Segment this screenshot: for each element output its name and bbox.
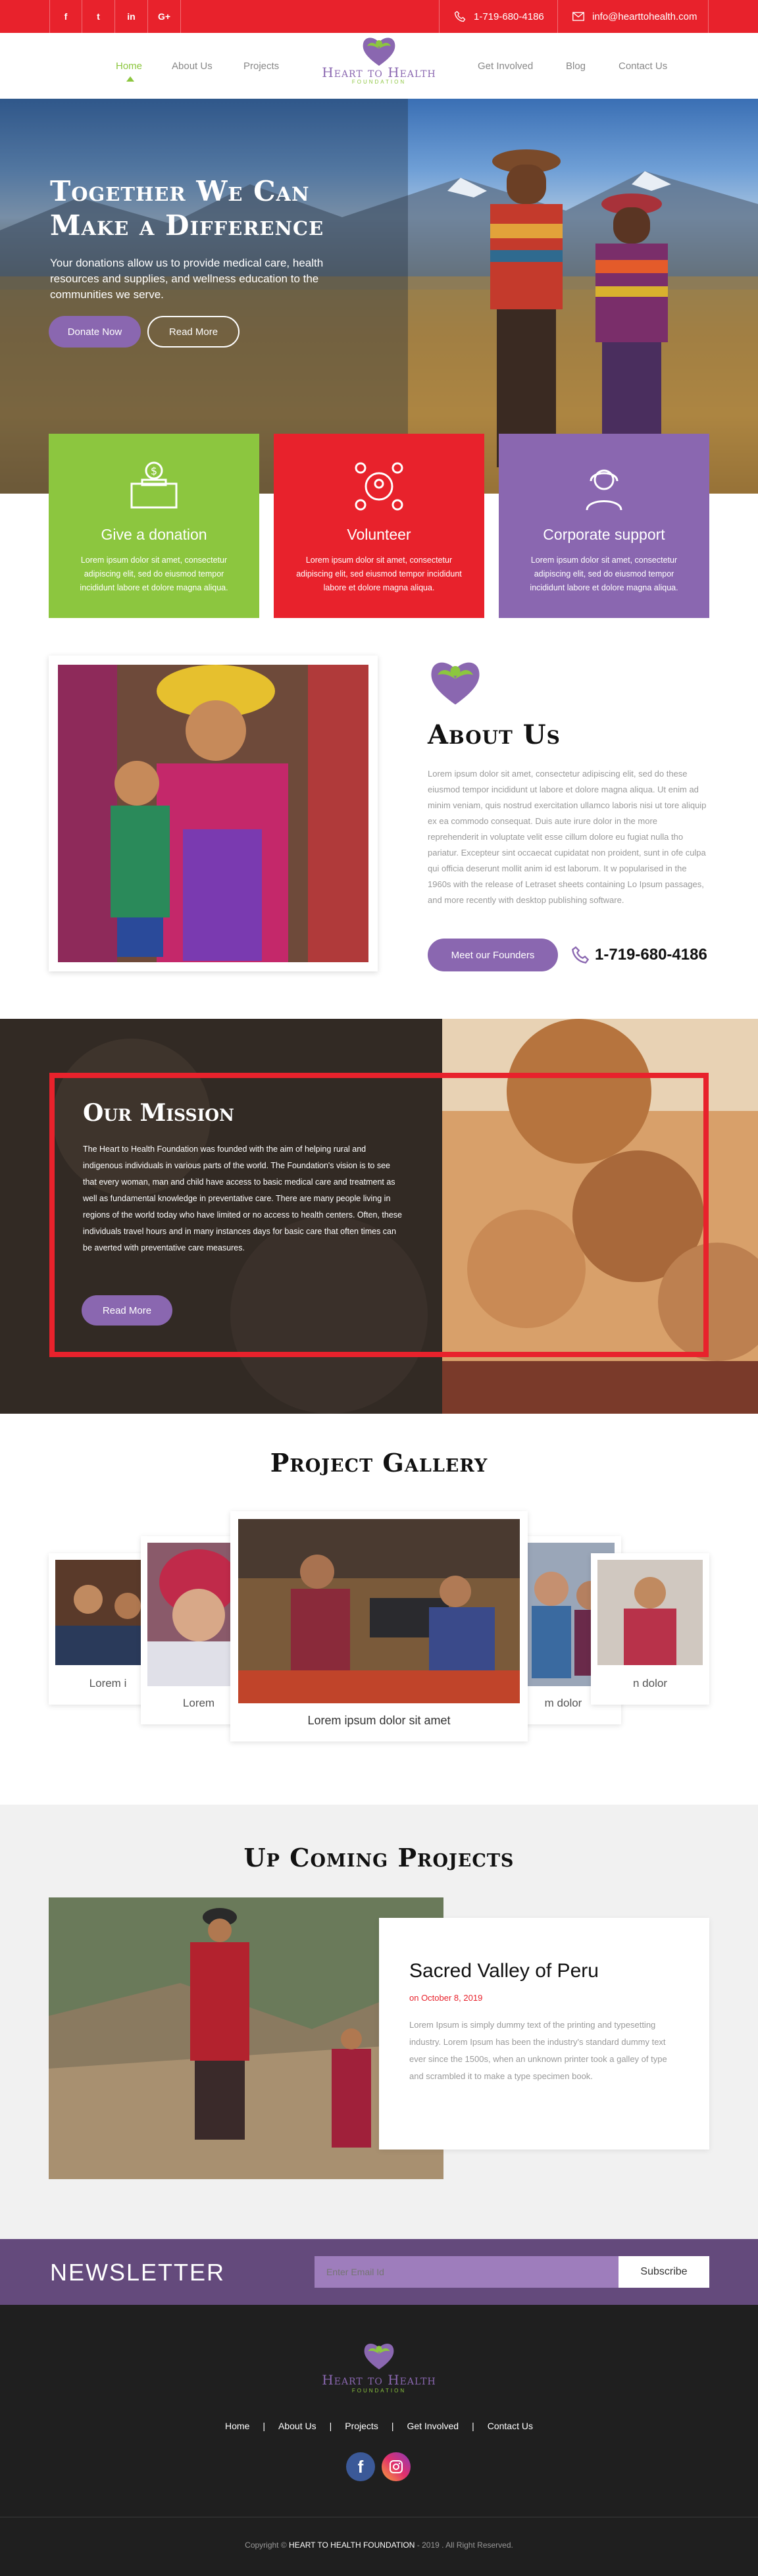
card-volunteer-text: Lorem ipsum dolor sit amet, consectetur …: [296, 555, 462, 592]
donation-box-icon: $: [130, 461, 178, 509]
facebook-icon[interactable]: f: [346, 2452, 375, 2481]
newsletter-title: NEWSLETTER: [50, 2259, 226, 2286]
site-logo[interactable]: Heart to Health FOUNDATION: [307, 18, 451, 85]
about-phone[interactable]: 1-719-680-4186: [571, 946, 707, 964]
footer-link-contact[interactable]: Contact Us: [488, 2421, 533, 2431]
nav-item-get-involved[interactable]: Get Involved: [478, 61, 533, 72]
facebook-icon[interactable]: f: [49, 0, 82, 33]
hero-read-more-button[interactable]: Read More: [147, 316, 240, 348]
gallery-photo-5: [597, 1560, 703, 1665]
separator: |: [263, 2421, 266, 2431]
about-image-frame: [49, 656, 378, 971]
card-corporate[interactable]: Corporate support Lorem ipsum dolor sit …: [499, 434, 709, 618]
project-date: on October 8, 2019: [409, 1993, 483, 2003]
hero-title-line2: Make a Difference: [50, 209, 324, 242]
heart-logo-icon: [363, 38, 395, 66]
footer: Heart to Health FOUNDATION Home | About U…: [0, 2305, 758, 2576]
footer-link-home[interactable]: Home: [225, 2421, 249, 2431]
donate-now-button[interactable]: Donate Now: [49, 316, 141, 348]
mission-section: Our Mission The Heart to Health Foundati…: [0, 1019, 758, 1414]
instagram-icon[interactable]: [382, 2452, 411, 2481]
linkedin-icon[interactable]: in: [115, 0, 148, 33]
about-photo: [58, 665, 368, 962]
card-corporate-text: Lorem ipsum dolor sit amet, consectetur …: [530, 555, 678, 592]
gallery-item-3[interactable]: Lorem ipsum dolor sit amet: [230, 1511, 528, 1741]
gallery-title: Project Gallery: [270, 1448, 488, 1478]
upcoming-card[interactable]: Sacred Valley of Peru on October 8, 2019…: [379, 1918, 709, 2150]
subscribe-button[interactable]: Subscribe: [619, 2256, 709, 2288]
instagram-glyph-icon: [390, 2460, 403, 2473]
frame-left-edge: [49, 1265, 55, 1357]
project-text: Lorem Ipsum is simply dummy text of the …: [409, 2020, 667, 2081]
meet-founders-button[interactable]: Meet our Founders: [428, 939, 558, 971]
gallery-photo-3: [238, 1519, 520, 1703]
phone-icon: [454, 11, 466, 22]
card-corporate-title: Corporate support: [543, 526, 665, 543]
footer-link-get-involved[interactable]: Get Involved: [407, 2421, 459, 2431]
volunteer-network-icon: [355, 462, 403, 511]
footer-link-projects[interactable]: Projects: [345, 2421, 378, 2431]
nav-item-blog[interactable]: Blog: [566, 61, 586, 72]
about-text: Lorem ipsum dolor sit amet, consectetur …: [428, 769, 707, 905]
footer-logo[interactable]: Heart to Health FOUNDATION: [307, 2340, 451, 2406]
copyright: Copyright © HEART TO HEALTH FOUNDATION -…: [245, 2540, 513, 2550]
mission-read-more-button[interactable]: Read More: [82, 1295, 172, 1326]
card-donation[interactable]: $ Give a donation Lorem ipsum dolor sit …: [49, 434, 259, 618]
mail-icon: [572, 12, 584, 21]
mission-title: Our Mission: [83, 1099, 234, 1127]
headset-support-icon: [586, 469, 622, 511]
card-volunteer-title: Volunteer: [347, 526, 411, 543]
separator: |: [391, 2421, 394, 2431]
active-indicator-icon: [126, 76, 134, 82]
footer-links: Home | About Us | Projects | Get Involved | …: [0, 2421, 758, 2431]
gallery-item-5[interactable]: n dolor: [591, 1553, 709, 1705]
newsletter-bar: NEWSLETTER Subscribe: [0, 2239, 758, 2305]
nav-item-home[interactable]: Home: [116, 61, 142, 72]
google-plus-icon[interactable]: G+: [148, 0, 181, 33]
nav-item-projects[interactable]: Projects: [243, 61, 279, 72]
about-heart-icon: [431, 662, 480, 705]
separator: |: [472, 2421, 474, 2431]
phone-icon: [572, 946, 590, 964]
mission-text: The Heart to Health Foundation was found…: [83, 1145, 402, 1252]
upcoming-title: Up Coming Projects: [243, 1843, 515, 1872]
card-donation-text: Lorem ipsum dolor sit amet, consectetur …: [80, 555, 228, 592]
footer-link-about[interactable]: About Us: [278, 2421, 316, 2431]
svg-text:$: $: [151, 465, 157, 477]
about-title: About Us: [428, 719, 561, 750]
top-phone[interactable]: 1-719-680-4186: [439, 0, 557, 33]
card-volunteer[interactable]: Volunteer Lorem ipsum dolor sit amet, co…: [274, 434, 484, 618]
nav-item-about[interactable]: About Us: [172, 61, 213, 72]
frame-bottom-edge: [49, 1352, 709, 1357]
frame-right-edge: [703, 1265, 709, 1357]
hero-text: Your donations allow us to provide medic…: [50, 257, 324, 301]
twitter-icon[interactable]: t: [82, 0, 115, 33]
nav-item-contact[interactable]: Contact Us: [619, 61, 667, 72]
main-nav: Home About Us Projects Get Involved Blog…: [0, 33, 758, 99]
newsletter-email-input[interactable]: [315, 2256, 619, 2288]
top-email[interactable]: info@hearttohealth.com: [557, 0, 709, 33]
card-donation-title: Give a donation: [101, 526, 207, 543]
project-title: Sacred Valley of Peru: [409, 1960, 599, 1982]
hero-title-line1: Together We Can: [50, 175, 310, 207]
heart-logo-icon: [364, 2343, 394, 2370]
separator: |: [329, 2421, 332, 2431]
